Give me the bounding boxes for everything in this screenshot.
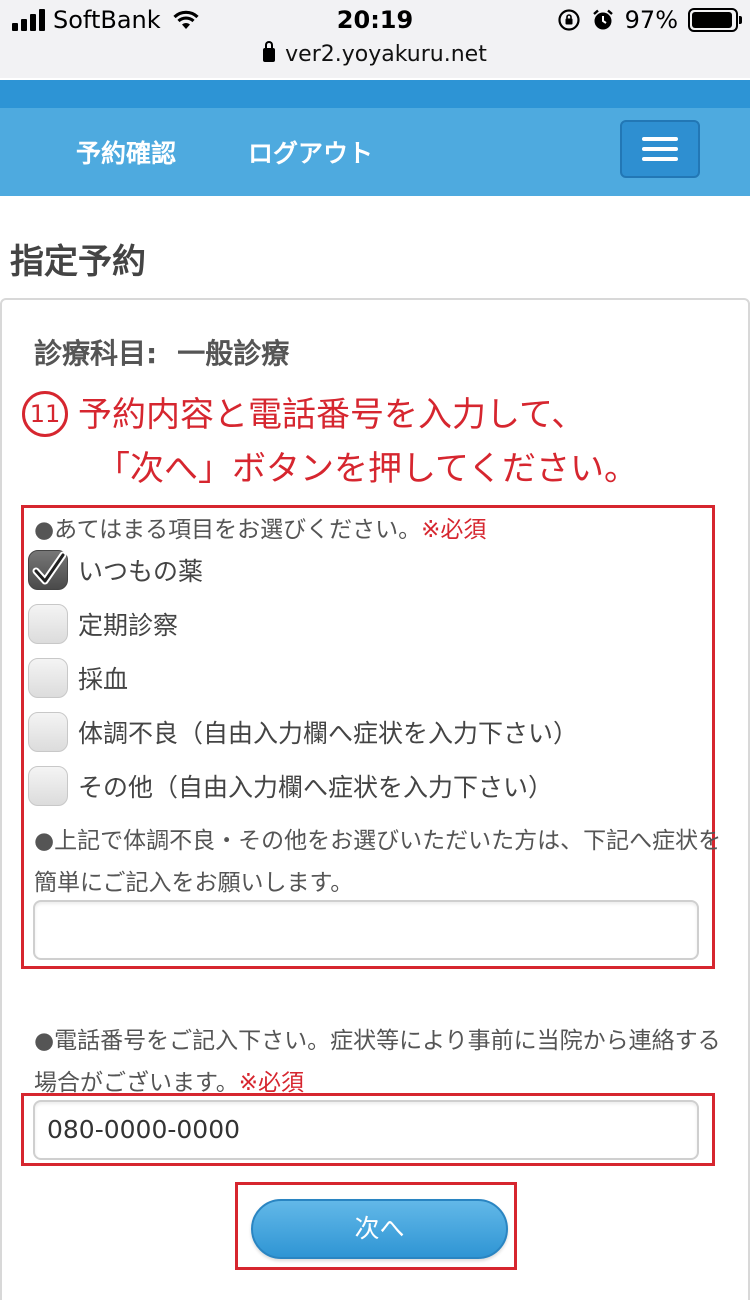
- annotation-line-2: 「次へ」ボタンを押してください。: [96, 449, 638, 489]
- checkbox[interactable]: [28, 712, 68, 752]
- annotation-line-1: 予約内容と電話番号を入力して、: [78, 395, 586, 435]
- department-value: 一般診療: [177, 337, 290, 370]
- question-phone-text: ●電話番号をご記入下さい。症状等により事前に当院から連絡する場合がございます。: [34, 1028, 721, 1096]
- rotation-lock-icon: [558, 9, 580, 31]
- checkbox-checked[interactable]: [28, 550, 68, 590]
- status-bar: SoftBank 20:19 97% ver2.yoyakuru.net: [0, 0, 750, 78]
- required-mark: ※必須: [421, 517, 487, 543]
- symptom-input[interactable]: [33, 900, 699, 960]
- option-blood-test[interactable]: 採血: [28, 658, 128, 698]
- nav-logout-link[interactable]: ログアウト: [248, 134, 373, 170]
- navbar: 予約確認 ログアウト: [0, 108, 750, 196]
- question-items-text: ●あてはまる項目をお選びください。: [34, 517, 422, 543]
- option-feeling-unwell[interactable]: 体調不良（自由入力欄へ症状を入力下さい）: [28, 712, 578, 752]
- url-text: ver2.yoyakuru.net: [285, 42, 487, 67]
- option-regular-medicine[interactable]: いつもの薬: [28, 550, 203, 590]
- question-phone: ●電話番号をご記入下さい。症状等により事前に当院から連絡する場合がございます。※…: [34, 1020, 724, 1104]
- phone-input[interactable]: 080-0000-0000: [33, 1100, 699, 1160]
- department-label: 診療科目:: [34, 337, 158, 370]
- question-items: ●あてはまる項目をお選びください。※必須: [34, 510, 486, 550]
- option-other[interactable]: その他（自由入力欄へ症状を入力下さい）: [28, 766, 553, 806]
- option-label: 定期診察: [78, 611, 179, 640]
- step-number-badge: 11: [22, 391, 68, 437]
- checkbox[interactable]: [28, 604, 68, 644]
- hamburger-icon: [642, 137, 678, 141]
- status-right: 97%: [557, 6, 742, 34]
- next-button[interactable]: 次へ: [251, 1199, 508, 1259]
- page-title: 指定予約: [10, 242, 146, 282]
- option-label: いつもの薬: [78, 557, 204, 586]
- option-regular-checkup[interactable]: 定期診察: [28, 604, 178, 644]
- hamburger-menu-button[interactable]: [620, 120, 700, 178]
- required-mark: ※必須: [238, 1070, 304, 1096]
- alarm-icon: [592, 9, 613, 30]
- lock-icon: [263, 41, 276, 62]
- instruction-annotation: 11 予約内容と電話番号を入力して、 「次へ」ボタンを押してください。: [22, 388, 638, 496]
- address-bar[interactable]: ver2.yoyakuru.net: [0, 41, 750, 67]
- question-symptoms: ●上記で体調不良・その他をお選びいただいた方は、下記へ症状を簡単にご記入をお願い…: [34, 828, 722, 896]
- option-label: 採血: [78, 665, 129, 694]
- checkbox[interactable]: [28, 658, 68, 698]
- checkmark-icon: [32, 551, 67, 585]
- department-line: 診療科目: 一般診療: [34, 332, 289, 372]
- header-top-band: [0, 80, 750, 108]
- checkbox[interactable]: [28, 766, 68, 806]
- option-label: その他（自由入力欄へ症状を入力下さい）: [78, 773, 554, 802]
- nav-reserve-check-link[interactable]: 予約確認: [76, 134, 176, 170]
- option-label: 体調不良（自由入力欄へ症状を入力下さい）: [78, 719, 579, 748]
- battery-percent: 97%: [624, 6, 678, 34]
- battery-icon: [688, 8, 742, 32]
